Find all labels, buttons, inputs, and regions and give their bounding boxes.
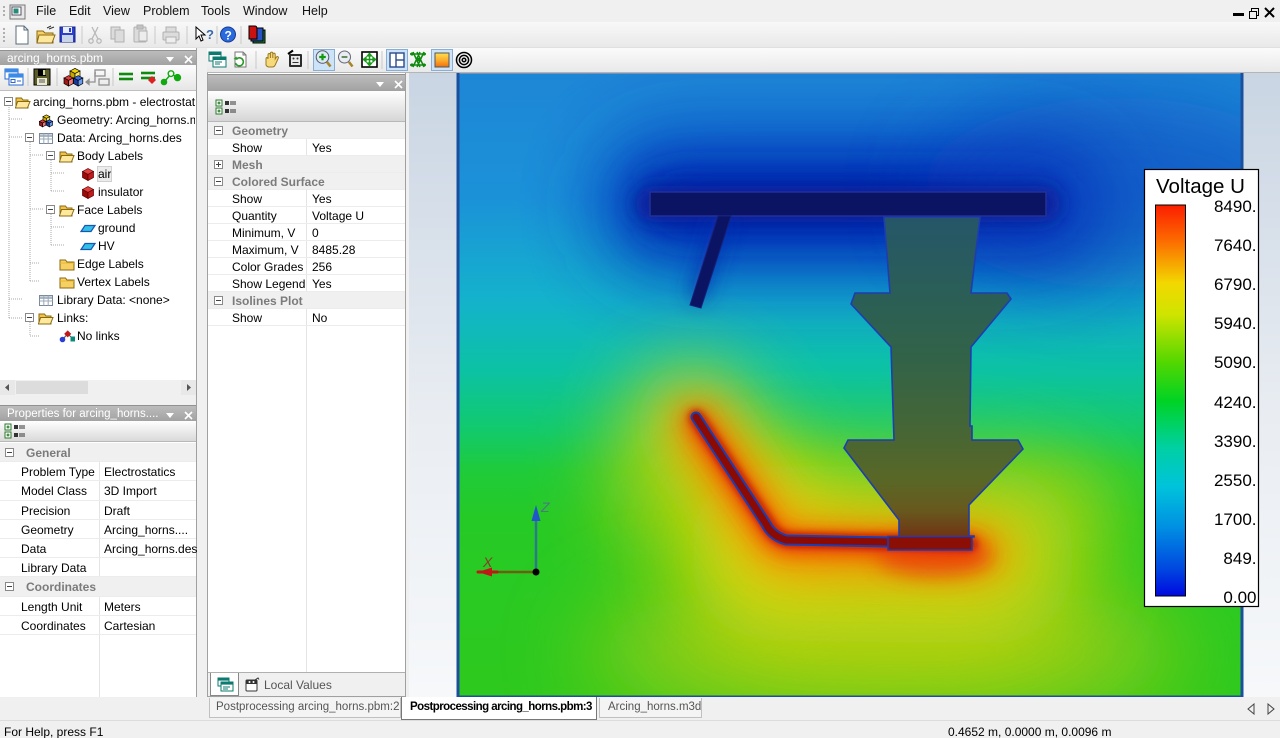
svg-text:3390.: 3390. [1214,432,1257,451]
svg-text:X: X [482,554,493,570]
svg-text:Z: Z [540,499,550,515]
svg-text:2550.: 2550. [1214,471,1257,490]
svg-text:849.: 849. [1223,549,1256,568]
svg-text:Voltage U: Voltage U [1156,175,1245,198]
svg-text:?: ? [225,29,232,43]
svg-text:8490.: 8490. [1214,197,1257,216]
svg-text:?: ? [206,27,214,42]
svg-text:6790.: 6790. [1214,275,1257,294]
svg-text:5090.: 5090. [1214,353,1257,372]
svg-text:1700.: 1700. [1214,510,1257,529]
svg-text:5940.: 5940. [1214,314,1257,333]
svg-text:0.00: 0.00 [1223,588,1256,607]
svg-text:7640.: 7640. [1214,236,1257,255]
svg-text:4240.: 4240. [1214,393,1257,412]
